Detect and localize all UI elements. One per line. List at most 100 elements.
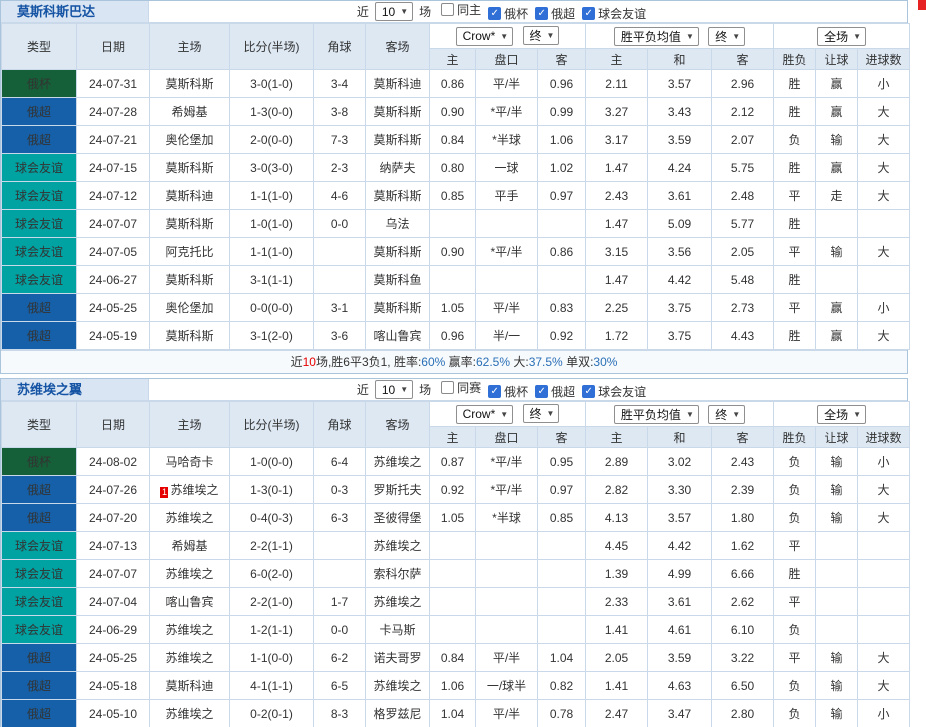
home-team[interactable]: 希姆基 <box>150 98 230 126</box>
away-team[interactable]: 格罗兹尼 <box>366 700 430 727</box>
euro-draw-odds: 4.61 <box>648 616 712 644</box>
home-team[interactable]: 希姆基 <box>150 532 230 560</box>
asian-away-odds: 0.92 <box>538 322 586 350</box>
away-team[interactable]: 莫斯科鱼 <box>366 266 430 294</box>
home-team[interactable]: 莫斯科斯 <box>150 266 230 294</box>
match-count-select[interactable]: 10▼ <box>375 380 413 399</box>
match-count-select[interactable]: 10▼ <box>375 2 413 21</box>
away-team[interactable]: 莫斯科迪 <box>366 70 430 98</box>
euro-home-odds: 1.41 <box>586 672 648 700</box>
home-team[interactable]: 苏维埃之 <box>150 644 230 672</box>
home-team[interactable]: 喀山鲁宾 <box>150 588 230 616</box>
checkbox-checked-icon[interactable]: ✓ <box>582 7 595 20</box>
goals-result: 大 <box>858 126 910 154</box>
away-team[interactable]: 乌法 <box>366 210 430 238</box>
away-team[interactable]: 纳萨夫 <box>366 154 430 182</box>
asian-away-odds: 1.06 <box>538 126 586 154</box>
filter-checkbox[interactable]: ✓俄杯 <box>488 5 528 22</box>
away-team[interactable]: 喀山鲁宾 <box>366 322 430 350</box>
checkbox-unchecked-icon[interactable] <box>441 3 454 16</box>
filter-checkbox[interactable]: ✓俄超 <box>535 5 575 22</box>
filter-checkbox[interactable]: ✓球会友谊 <box>582 383 646 400</box>
col-type: 类型 <box>2 24 77 70</box>
away-team[interactable]: 苏维埃之 <box>366 448 430 476</box>
away-team[interactable]: 苏维埃之 <box>366 588 430 616</box>
score: 1-0(1-0) <box>230 210 314 238</box>
checkbox-checked-icon[interactable]: ✓ <box>582 385 595 398</box>
asian-away-odds <box>538 560 586 588</box>
home-team[interactable]: 莫斯科迪 <box>150 182 230 210</box>
filter-checkbox[interactable]: 同主 <box>441 1 481 18</box>
euro-home-odds: 2.11 <box>586 70 648 98</box>
away-team[interactable]: 苏维埃之 <box>366 532 430 560</box>
away-team[interactable]: 莫斯科斯 <box>366 238 430 266</box>
scrollbar-top-marker[interactable] <box>918 0 926 10</box>
home-team[interactable]: 苏维埃之 <box>150 504 230 532</box>
home-team[interactable]: 莫斯科斯 <box>150 322 230 350</box>
odds-stage-select[interactable]: 终▼ <box>523 404 560 423</box>
bookmaker-select[interactable]: Crow*▼ <box>456 405 514 424</box>
section-home-team-recent: 莫斯科斯巴达 近 10▼ 场 同主✓俄杯✓俄超✓球会友谊 类型 日期 主场 比分… <box>0 0 908 374</box>
checkbox-checked-icon[interactable]: ✓ <box>535 7 548 20</box>
summary-segment: 赢率: <box>445 355 476 369</box>
home-team[interactable]: 奥伦堡加 <box>150 126 230 154</box>
match-date: 24-05-19 <box>77 322 150 350</box>
score: 1-3(0-0) <box>230 98 314 126</box>
filter-checkbox[interactable]: ✓俄超 <box>535 383 575 400</box>
home-team[interactable]: 莫斯科斯 <box>150 210 230 238</box>
home-team[interactable]: 苏维埃之 <box>150 700 230 727</box>
home-team[interactable]: 1苏维埃之 <box>150 476 230 504</box>
home-team[interactable]: 奥伦堡加 <box>150 294 230 322</box>
away-team[interactable]: 莫斯科斯 <box>366 98 430 126</box>
match-type-badge: 俄杯 <box>2 70 77 98</box>
handicap-result: 赢 <box>816 322 858 350</box>
asian-home-odds <box>430 560 476 588</box>
asian-away-odds: 0.85 <box>538 504 586 532</box>
euro-draw-odds: 3.61 <box>648 588 712 616</box>
asian-handicap <box>476 616 538 644</box>
scope-select[interactable]: 全场▼ <box>817 405 866 424</box>
euro-stage-select[interactable]: 终▼ <box>708 405 745 424</box>
home-team[interactable]: 苏维埃之 <box>150 560 230 588</box>
away-team[interactable]: 卡马斯 <box>366 616 430 644</box>
col-euro-away: 客 <box>712 427 774 448</box>
section-away-team-recent: 苏维埃之翼 近 10▼ 场 同赛✓俄杯✓俄超✓球会友谊 类型 日期 主场 比分(… <box>0 378 908 727</box>
away-team[interactable]: 圣彼得堡 <box>366 504 430 532</box>
home-team[interactable]: 阿克托比 <box>150 238 230 266</box>
euro-odds-select[interactable]: 胜平负均值▼ <box>614 405 699 424</box>
near-label: 近 <box>357 381 369 398</box>
checkbox-checked-icon[interactable]: ✓ <box>488 385 501 398</box>
odds-stage-select[interactable]: 终▼ <box>523 26 560 45</box>
euro-odds-select[interactable]: 胜平负均值▼ <box>614 27 699 46</box>
checkbox-unchecked-icon[interactable] <box>441 381 454 394</box>
away-team[interactable]: 莫斯科斯 <box>366 126 430 154</box>
asian-handicap: *平/半 <box>476 476 538 504</box>
away-team[interactable]: 索科尔萨 <box>366 560 430 588</box>
away-team[interactable]: 莫斯科斯 <box>366 182 430 210</box>
match-type-badge: 球会友谊 <box>2 532 77 560</box>
scope-select-value: 全场 <box>824 406 848 423</box>
score: 2-2(1-1) <box>230 532 314 560</box>
filter-checkbox[interactable]: ✓俄杯 <box>488 383 528 400</box>
away-team[interactable]: 莫斯科斯 <box>366 294 430 322</box>
checkbox-checked-icon[interactable]: ✓ <box>488 7 501 20</box>
score: 0-4(0-3) <box>230 504 314 532</box>
checkbox-checked-icon[interactable]: ✓ <box>535 385 548 398</box>
match-row: 球会友谊24-06-27莫斯科斯3-1(1-1)莫斯科鱼1.474.425.48… <box>2 266 910 294</box>
away-team[interactable]: 罗斯托夫 <box>366 476 430 504</box>
match-type-badge: 俄超 <box>2 504 77 532</box>
home-team[interactable]: 莫斯科迪 <box>150 672 230 700</box>
filter-checkbox[interactable]: 同赛 <box>441 379 481 396</box>
match-row: 球会友谊24-07-05阿克托比1-1(1-0)莫斯科斯0.90*平/半0.86… <box>2 238 910 266</box>
asian-away-odds: 0.99 <box>538 98 586 126</box>
home-team[interactable]: 苏维埃之 <box>150 616 230 644</box>
filter-checkbox[interactable]: ✓球会友谊 <box>582 5 646 22</box>
euro-stage-select[interactable]: 终▼ <box>708 27 745 46</box>
home-team[interactable]: 莫斯科斯 <box>150 154 230 182</box>
home-team[interactable]: 莫斯科斯 <box>150 70 230 98</box>
scope-select[interactable]: 全场▼ <box>817 27 866 46</box>
home-team[interactable]: 马哈奇卡 <box>150 448 230 476</box>
bookmaker-select[interactable]: Crow*▼ <box>456 27 514 46</box>
away-team[interactable]: 苏维埃之 <box>366 672 430 700</box>
away-team[interactable]: 诺夫哥罗 <box>366 644 430 672</box>
